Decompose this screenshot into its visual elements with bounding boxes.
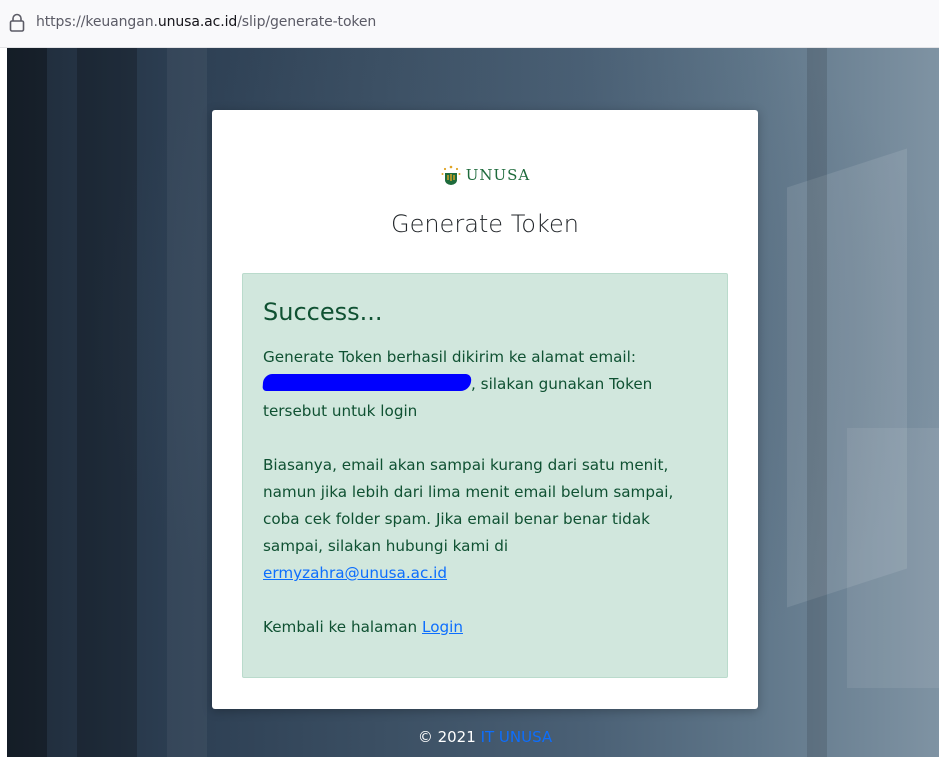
generate-token-card: UNUSA Generate Token Success... Generate…: [212, 110, 758, 709]
back-prefix: Kembali ke halaman: [263, 618, 418, 636]
login-link[interactable]: Login: [422, 618, 463, 636]
url-text[interactable]: https://keuangan.unusa.ac.id/slip/genera…: [36, 14, 376, 30]
browser-address-bar[interactable]: https://keuangan.unusa.ac.id/slip/genera…: [0, 0, 939, 48]
logo-text: UNUSA: [465, 166, 531, 184]
alert-help-text: Biasanya, email akan sampai kurang dari …: [263, 452, 713, 587]
redacted-email: [262, 374, 472, 391]
footer: © 2021 IT UNUSA: [212, 728, 758, 746]
alert-line1: Generate Token berhasil dikirim ke alama…: [263, 348, 636, 366]
alert-message: Generate Token berhasil dikirim ke alama…: [262, 344, 713, 425]
url-prefix: https://keuangan.: [36, 14, 158, 30]
page-title: Generate Token: [390, 210, 579, 238]
success-alert: Success... Generate Token berhasil dikir…: [242, 273, 728, 678]
back-to-login: Kembali ke halaman Login: [263, 614, 713, 641]
unusa-logo: UNUSA: [212, 158, 758, 192]
alert-body: Generate Token berhasil dikirim ke alama…: [262, 344, 713, 641]
contact-email-link[interactable]: ermyzahra@unusa.ac.id: [263, 564, 447, 582]
unusa-emblem-icon: [441, 165, 461, 185]
alert-heading: Success...: [263, 298, 383, 326]
url-domain: unusa.ac.id: [157, 14, 238, 30]
help-paragraph: Biasanya, email akan sampai kurang dari …: [263, 456, 674, 555]
it-unusa-link[interactable]: IT UNUSA: [481, 728, 553, 746]
copyright-text: © 2021: [417, 728, 476, 746]
lock-icon: [9, 13, 25, 32]
url-path: /slip/generate-token: [237, 14, 377, 30]
